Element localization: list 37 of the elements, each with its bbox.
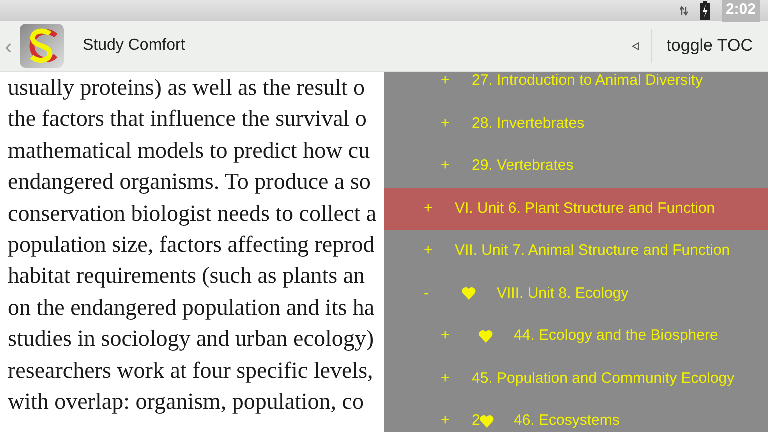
toc-label: VII. Unit 7. Animal Structure and Function [455, 241, 730, 261]
toc-item[interactable]: + 2 46. Ecosystems [384, 400, 768, 432]
toc-item[interactable]: + VII. Unit 7. Animal Structure and Function [384, 230, 768, 272]
expander-toggle[interactable]: - [424, 282, 455, 305]
toc-item[interactable]: + VI. Unit 6. Plant Structure and Function [384, 188, 768, 230]
toc-label: 27. Introduction to Animal Diversity [472, 72, 703, 91]
toc-label: 29. Vertebrates [472, 156, 574, 176]
toc-label: 28. Invertebrates [472, 114, 585, 134]
toc-item[interactable]: + 45. Population and Community Ecology [384, 358, 768, 400]
article-paragraph: usually proteins) as well as the result o the factors that influence the survival o mathematical models to predict how cu endangered organisms. To produce a so conservation biologist needs to collect a population size, factors affecting reprod habitat requirements (such as plants an on the endangered population and its ha studies in sociology and urban ecology) researchers work at four specific levels, with overlap: organism, population, co [7, 74, 376, 416]
triangle-left-icon[interactable] [632, 42, 640, 50]
toc-label: VI. Unit 6. Plant Structure and Function [455, 198, 716, 218]
toc-item[interactable]: + 28. Invertebrates [384, 102, 768, 145]
toc-label: VIII. Unit 8. Ecology [497, 284, 629, 304]
toc-item[interactable]: + 27. Introduction to Animal Diversity [384, 72, 768, 102]
toc-label: 45. Population and Community Ecology [472, 368, 735, 388]
expander-toggle[interactable]: + [424, 198, 455, 220]
toggle-toc-button[interactable]: toggle TOC [652, 21, 768, 71]
back-chevron[interactable]: ‹ [5, 30, 17, 62]
toc-item[interactable]: + 29. Vertebrates [384, 145, 768, 188]
expander-toggle[interactable]: + [441, 368, 472, 390]
toc-label: 44. Ecology and the Biosphere [514, 326, 718, 346]
expander-toggle[interactable]: + [441, 325, 472, 348]
data-transfer-icon [680, 6, 688, 16]
toc-item[interactable]: - VIII. Unit 8. Ecology [384, 272, 768, 315]
expander-toggle[interactable]: + [424, 240, 455, 262]
expander-toggle[interactable]: + [441, 410, 472, 432]
app-logo-icon[interactable] [20, 24, 64, 68]
expander-toggle[interactable]: + [441, 155, 472, 178]
status-time: 2:02 [722, 0, 760, 22]
toc-label: 46. Ecosystems [514, 411, 620, 431]
app-title: Study Comfort [83, 36, 186, 56]
favorite-count: 2 [472, 411, 480, 431]
expander-toggle[interactable]: + [441, 72, 472, 92]
toc-item[interactable]: + 44. Ecology and the Biosphere [384, 315, 768, 358]
battery-charging-icon [700, 1, 710, 20]
expander-toggle[interactable]: + [441, 112, 472, 135]
